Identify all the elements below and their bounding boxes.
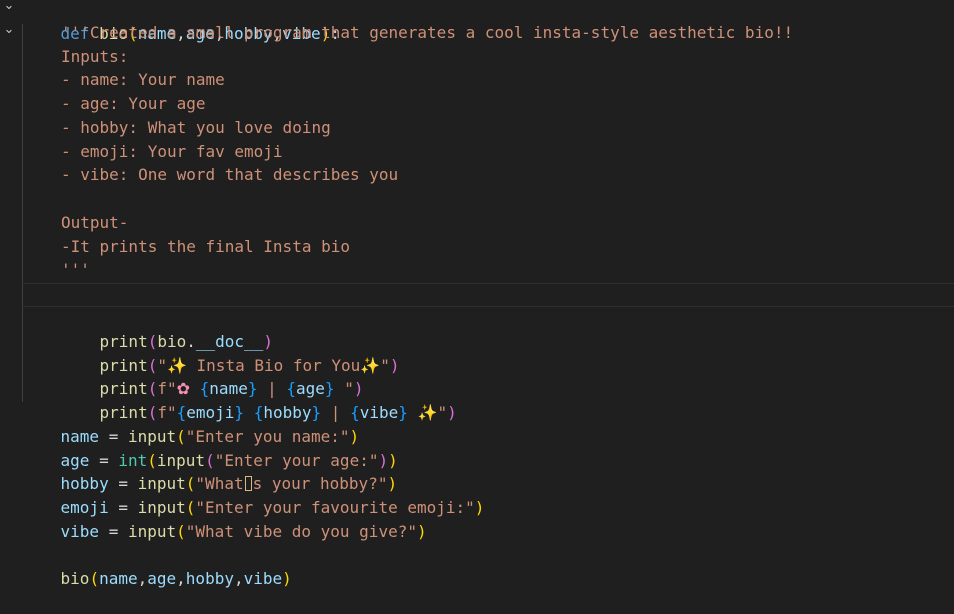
docstring-line[interactable]: - hobby: What you love doing [61,116,954,140]
code-line-print-title[interactable]: print("✨ Insta Bio for You✨") [61,330,954,375]
docstring-line[interactable]: ''' [61,258,954,282]
string-literal: "What vibe do you give?" [185,521,417,541]
argument: age [147,568,177,588]
code-line-print-name-age[interactable]: print(f"✿ {name} | {age} ") [61,353,954,398]
fold-chevron-icon[interactable]: ⌄ [2,18,16,42]
docstring-line[interactable]: Output- [61,211,954,235]
docstring-line[interactable]: - age: Your age [61,92,954,116]
current-line-highlight [22,283,954,307]
code-line-call-bio[interactable]: bio(name,age,hobby,vibe) [22,543,954,588]
input-call: input [127,521,177,541]
code-line-def[interactable]: def bio(name,age,hobby,vibe): [22,0,954,43]
code-line-assign-name[interactable]: name = input("Enter you name:") [22,401,954,446]
code-editor[interactable]: ⌄ ⌄ def bio(name,age,hobby,vibe): '''Cre… [0,0,954,588]
argument: vibe [243,568,283,588]
docstring-line[interactable]: -It prints the final Insta bio [61,235,954,259]
code-line-assign-age[interactable]: age = int(input("Enter your age:")) [22,425,954,470]
argument: hobby [185,568,234,588]
code-line-print-emoji-hobby-vibe[interactable]: print(f"{emoji} {hobby} | {vibe} ✨") [61,377,954,422]
docstring-line[interactable]: - vibe: One word that describes you [61,163,954,187]
code-line-assign-vibe[interactable]: vibe = input("What vibe do you give?") [22,496,954,541]
fold-chevron-icon[interactable]: ⌄ [2,0,16,18]
variable-name: vibe [60,521,100,541]
argument: name [99,568,138,588]
code-line-assign-hobby[interactable]: hobby = input("What s your hobby?") [22,448,954,493]
function-call: bio [60,568,90,588]
docstring-line[interactable]: Inputs: [61,45,954,69]
code-line-print-doc[interactable]: print(bio.__doc__) [61,306,954,351]
docstring-line[interactable]: - emoji: Your fav emoji [61,140,954,164]
docstring-line[interactable]: '''Created a small program that generate… [61,21,954,45]
indent-guide [22,24,23,402]
docstring-line[interactable]: - name: Your name [61,68,954,92]
code-line-assign-emoji[interactable]: emoji = input("Enter your favourite emoj… [22,472,954,517]
docstring-line[interactable] [61,187,954,211]
